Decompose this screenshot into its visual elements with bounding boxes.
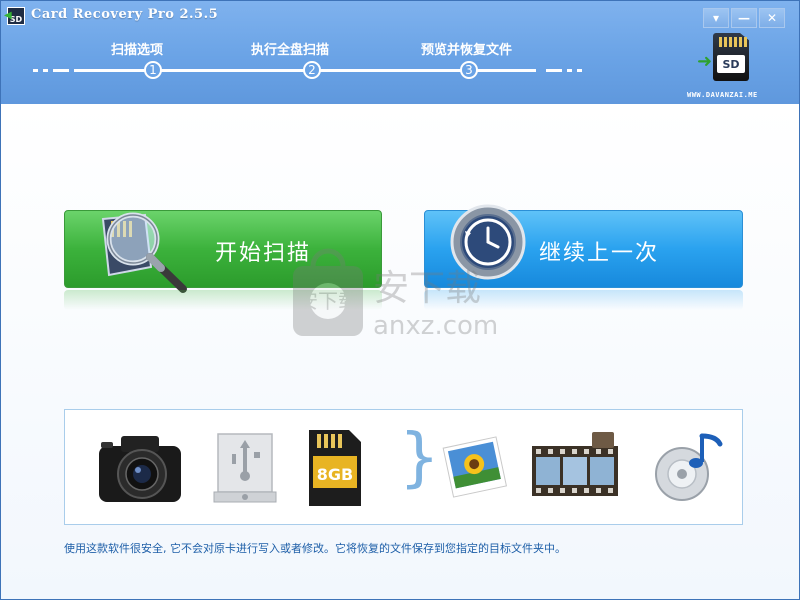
- app-window: ◀ SD Card Recovery Pro 2.5.5 ▾ — ✕ 扫描选项 …: [0, 0, 800, 600]
- step-2-indicator: 2: [303, 61, 321, 79]
- minimize-button[interactable]: —: [731, 8, 757, 28]
- window-title: Card Recovery Pro 2.5.5: [31, 7, 219, 22]
- watermark-glyph: 安下载: [298, 289, 358, 313]
- brace-separator: }: [399, 421, 440, 495]
- watermark-logo: 安下载 安下载 anxz.com: [293, 248, 498, 341]
- watermark-domain: anxz.com: [373, 311, 498, 341]
- sd-logo: SD ➜: [697, 33, 757, 87]
- step-1-indicator: 1: [144, 61, 162, 79]
- magnifier-sd-icon: [101, 212, 187, 293]
- restore-arrow-icon: ➜: [697, 51, 713, 72]
- track-dash: [33, 69, 38, 72]
- site-label: WWW.DAVANZAI.ME: [687, 91, 758, 99]
- photo-icon: [442, 436, 507, 498]
- usb-drive-icon: [213, 433, 277, 503]
- music-icon: [655, 433, 723, 501]
- app-icon: ◀ SD: [4, 7, 25, 25]
- track-dash: [567, 69, 572, 72]
- step-2-label: 执行全盘扫描: [251, 43, 330, 58]
- sd-card-capacity: 8GB: [317, 465, 353, 484]
- track-dash: [43, 69, 48, 72]
- arrow-icon: ◀: [4, 10, 12, 21]
- step-3-indicator: 3: [460, 61, 478, 79]
- track-dash: [53, 69, 69, 72]
- info-text: 使用这款软件很安全, 它不会对原卡进行写入或者修改。它将恢复的文件保存到您指定的…: [64, 542, 566, 555]
- supported-devices-panel: 8GB }: [64, 409, 743, 525]
- camera-icon: [99, 436, 181, 502]
- track-dash: [546, 69, 562, 72]
- window-controls: ▾ — ✕: [703, 8, 785, 28]
- main-area: 开始扫描 继续上一次 安下载 安下载 anxz.com 8GB} 使用这款软件…: [1, 104, 799, 599]
- sd-card-icon: 8GB: [309, 430, 361, 506]
- film-icon: [532, 432, 618, 496]
- step-3-label: 预览并恢复文件: [421, 43, 513, 58]
- header: ◀ SD Card Recovery Pro 2.5.5 ▾ — ✕ 扫描选项 …: [1, 1, 799, 104]
- watermark-brand: 安下载: [373, 268, 481, 309]
- menu-button[interactable]: ▾: [703, 8, 729, 28]
- resume-last-label: 继续上一次: [539, 241, 660, 266]
- sd-logo-text: SD: [717, 55, 745, 73]
- step-1-label: 扫描选项: [111, 43, 164, 58]
- track-dash: [577, 69, 582, 72]
- close-button[interactable]: ✕: [759, 8, 785, 28]
- sd-card-pins: [719, 37, 747, 47]
